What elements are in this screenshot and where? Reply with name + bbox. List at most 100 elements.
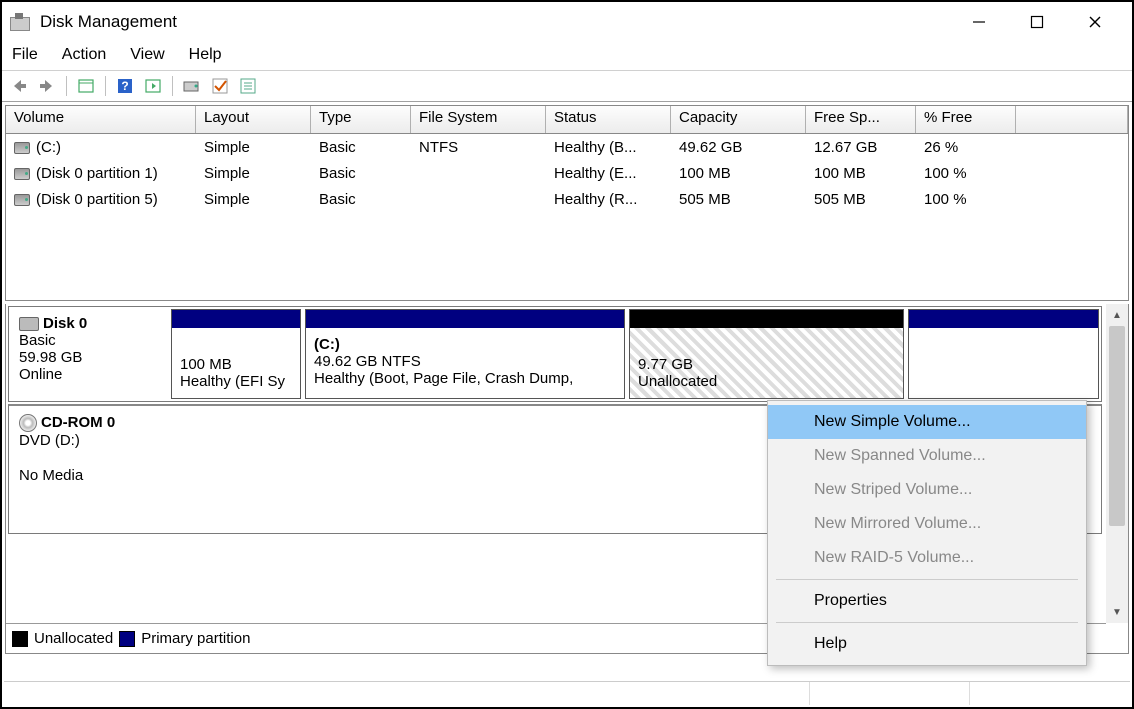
volume-icon — [14, 142, 30, 154]
svg-text:?: ? — [121, 79, 128, 93]
cell-pct: 26 % — [916, 137, 1016, 158]
cell-free: 100 MB — [806, 163, 916, 184]
partition-status: Healthy (Boot, Page File, Crash Dump, — [314, 370, 616, 387]
partition-body — [909, 328, 1098, 398]
partition-recovery[interactable] — [908, 309, 1099, 399]
toolbar: ? — [2, 70, 1132, 102]
menu-help[interactable]: Help — [189, 46, 222, 64]
cell-type: Basic — [311, 189, 411, 210]
partition-size: 49.62 GB NTFS — [314, 353, 616, 370]
ctx-new-spanned-volume[interactable]: New Spanned Volume... — [768, 439, 1086, 473]
context-separator — [776, 622, 1078, 623]
cell-free: 12.67 GB — [806, 137, 916, 158]
scroll-up-icon[interactable]: ▲ — [1106, 304, 1128, 326]
list-icon[interactable] — [237, 75, 259, 97]
col-header-status[interactable]: Status — [546, 106, 671, 133]
partition-header — [306, 310, 624, 328]
scroll-down-icon[interactable]: ▼ — [1106, 601, 1128, 623]
scroll-thumb[interactable] — [1109, 326, 1125, 526]
scrollbar[interactable]: ▲ ▼ — [1106, 304, 1128, 623]
menu-view[interactable]: View — [130, 46, 164, 64]
col-header-pct[interactable]: % Free — [916, 106, 1016, 133]
disk-block-disk0[interactable]: Disk 0 Basic 59.98 GB Online 100 MB Heal… — [8, 306, 1102, 402]
disk-info: CD-ROM 0 DVD (D:) No Media — [9, 406, 169, 533]
ctx-new-mirrored-volume[interactable]: New Mirrored Volume... — [768, 507, 1086, 541]
partition-status: Healthy (EFI Sy — [180, 373, 292, 390]
partition-efi[interactable]: 100 MB Healthy (EFI Sy — [171, 309, 301, 399]
cell-fs — [411, 171, 546, 175]
menu-action[interactable]: Action — [62, 46, 106, 64]
col-header-layout[interactable]: Layout — [196, 106, 311, 133]
back-button[interactable] — [8, 75, 30, 97]
cell-type: Basic — [311, 137, 411, 158]
cell-capacity: 49.62 GB — [671, 137, 806, 158]
titlebar: Disk Management — [2, 2, 1132, 42]
volume-list[interactable]: Volume Layout Type File System Status Ca… — [5, 105, 1129, 301]
minimize-button[interactable] — [950, 3, 1008, 41]
volume-row[interactable]: (C:) Simple Basic NTFS Healthy (B... 49.… — [6, 134, 1128, 160]
volume-icon — [14, 168, 30, 180]
disk-type: Basic — [19, 332, 159, 349]
cell-layout: Simple — [196, 163, 311, 184]
cdrom-state: No Media — [19, 467, 159, 484]
disk-name: Disk 0 — [43, 315, 87, 332]
statusbar-pane — [810, 682, 970, 705]
check-icon[interactable] — [209, 75, 231, 97]
disk-info: Disk 0 Basic 59.98 GB Online — [9, 307, 169, 401]
volume-list-header: Volume Layout Type File System Status Ca… — [6, 106, 1128, 134]
col-header-filesystem[interactable]: File System — [411, 106, 546, 133]
col-header-free[interactable]: Free Sp... — [806, 106, 916, 133]
menu-file[interactable]: File — [12, 46, 38, 64]
cell-capacity: 100 MB — [671, 163, 806, 184]
refresh-icon[interactable] — [142, 75, 164, 97]
ctx-new-raid5-volume[interactable]: New RAID-5 Volume... — [768, 541, 1086, 575]
col-header-empty[interactable] — [1016, 106, 1128, 133]
partition-status: Unallocated — [638, 373, 895, 390]
partition-header — [630, 310, 903, 328]
menubar: File Action View Help — [2, 42, 1132, 70]
legend-swatch-primary — [119, 631, 135, 647]
partitions: 100 MB Healthy (EFI Sy (C:) 49.62 GB NTF… — [169, 307, 1101, 401]
col-header-capacity[interactable]: Capacity — [671, 106, 806, 133]
partition-body: 100 MB Healthy (EFI Sy — [172, 328, 300, 398]
cell-type: Basic — [311, 163, 411, 184]
cell-volume: (Disk 0 partition 5) — [36, 191, 158, 208]
help-icon[interactable]: ? — [114, 75, 136, 97]
cell-free: 505 MB — [806, 189, 916, 210]
window-controls — [950, 3, 1124, 41]
ctx-help[interactable]: Help — [768, 627, 1086, 661]
disk-size: 59.98 GB — [19, 349, 159, 366]
partition-body: (C:) 49.62 GB NTFS Healthy (Boot, Page F… — [306, 328, 624, 398]
partition-c[interactable]: (C:) 49.62 GB NTFS Healthy (Boot, Page F… — [305, 309, 625, 399]
maximize-button[interactable] — [1008, 3, 1066, 41]
toolbar-separator — [66, 76, 67, 96]
cell-capacity: 505 MB — [671, 189, 806, 210]
cell-layout: Simple — [196, 137, 311, 158]
legend-label-primary: Primary partition — [141, 630, 250, 647]
cdrom-label: DVD (D:) — [19, 432, 159, 449]
cell-volume: (C:) — [36, 139, 61, 156]
disk-icon[interactable] — [181, 75, 203, 97]
app-icon — [10, 13, 30, 31]
col-header-type[interactable]: Type — [311, 106, 411, 133]
volume-row[interactable]: (Disk 0 partition 5) Simple Basic Health… — [6, 186, 1128, 212]
partition-header — [172, 310, 300, 328]
close-button[interactable] — [1066, 3, 1124, 41]
cell-fs — [411, 197, 546, 201]
cell-volume: (Disk 0 partition 1) — [36, 165, 158, 182]
partition-size: 9.77 GB — [638, 356, 895, 373]
context-menu: New Simple Volume... New Spanned Volume.… — [767, 400, 1087, 666]
toolbar-separator — [172, 76, 173, 96]
col-header-volume[interactable]: Volume — [6, 106, 196, 133]
properties-icon[interactable] — [75, 75, 97, 97]
partition-unallocated[interactable]: 9.77 GB Unallocated — [629, 309, 904, 399]
ctx-new-simple-volume[interactable]: New Simple Volume... — [768, 405, 1086, 439]
legend-swatch-unallocated — [12, 631, 28, 647]
statusbar-pane — [4, 682, 810, 705]
cdrom-icon — [19, 414, 37, 432]
volume-row[interactable]: (Disk 0 partition 1) Simple Basic Health… — [6, 160, 1128, 186]
forward-button[interactable] — [36, 75, 58, 97]
ctx-new-striped-volume[interactable]: New Striped Volume... — [768, 473, 1086, 507]
ctx-properties[interactable]: Properties — [768, 584, 1086, 618]
cell-layout: Simple — [196, 189, 311, 210]
